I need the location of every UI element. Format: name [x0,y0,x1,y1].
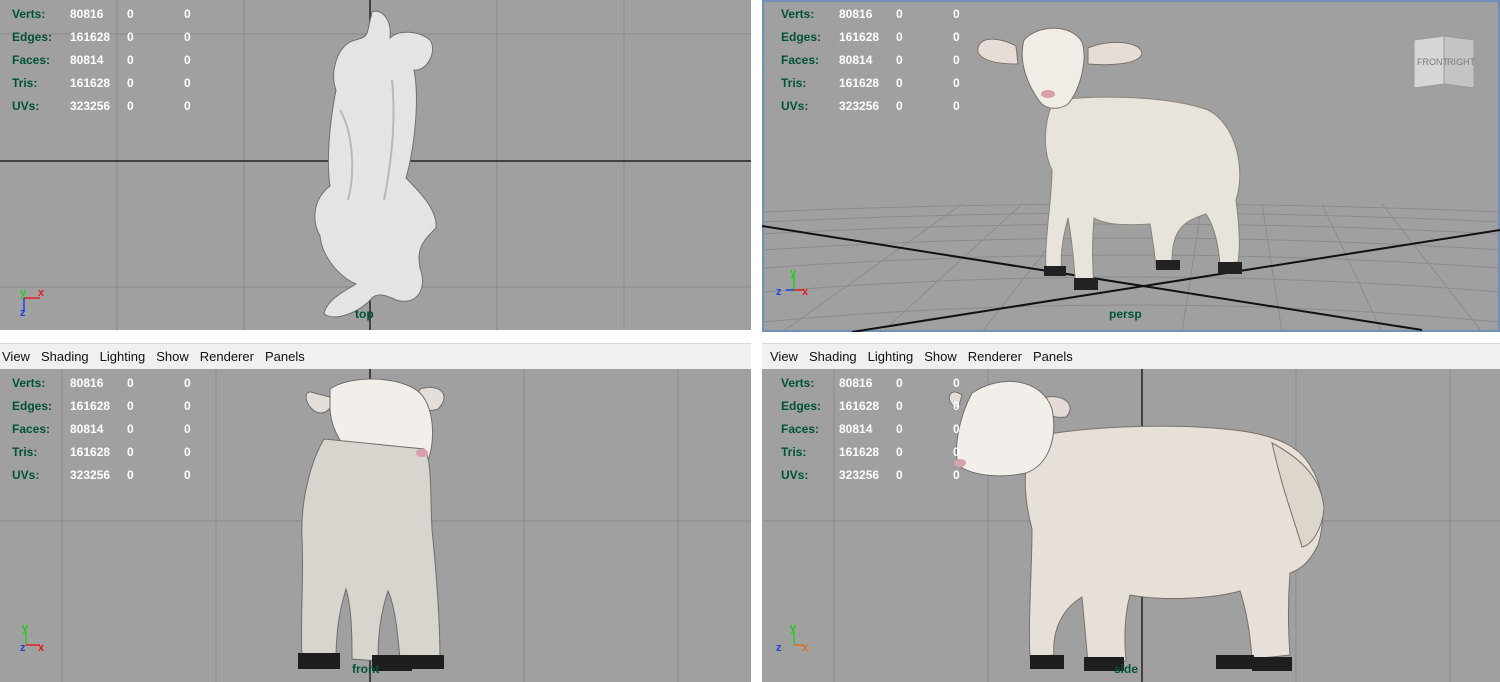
menu-renderer[interactable]: Renderer [200,349,259,364]
poly-count-hud: Verts: 80816 0 0 Edges: 161628 0 0 Faces: 80814… [781,371,993,486]
maya-four-view-layout: Verts: 80816 0 0 Edges: 161628 0 0 Faces: 80814… [0,0,1500,682]
svg-text:x: x [38,642,45,654]
svg-text:y: y [22,622,29,634]
menu-show[interactable]: Show [156,349,194,364]
hud-row: UVs: 323256 0 0 [12,467,191,482]
svg-text:z: z [776,286,782,298]
hud-row: Verts: 80816 0 0 [12,375,191,390]
viewport-front[interactable]: Verts: 80816 0 0 Edges: 161628 0 0 Faces: 80814… [0,369,751,682]
hud-row: Tris: 161628 0 0 [781,75,960,90]
menu-show[interactable]: Show [924,349,962,364]
viewcube-icon[interactable]: FRONT RIGHT [1408,32,1480,94]
hud-row: UVs: 323256 0 0 [781,98,960,113]
svg-text:y: y [790,267,797,279]
poly-count-hud: Verts: 80816 0 0 Edges: 161628 0 0 Faces: 80814… [781,2,993,117]
viewport-side[interactable]: Verts: 80816 0 0 Edges: 161628 0 0 Faces: 80814… [762,369,1500,682]
poly-count-hud: Verts: 80816 0 0 Edges: 161628 0 0 Faces: 80814… [12,2,224,117]
hud-row: Edges: 161628 0 0 [12,398,191,413]
menu-renderer[interactable]: Renderer [968,349,1027,364]
hud-row: Tris: 161628 0 0 [12,444,191,459]
menu-panels[interactable]: Panels [1033,349,1078,364]
poly-count-hud: Verts: 80816 0 0 Edges: 161628 0 0 Faces: 80814… [12,371,224,486]
viewport-top[interactable]: Verts: 80816 0 0 Edges: 161628 0 0 Faces: 80814… [0,0,751,330]
hud-row: Edges: 161628 0 0 [781,29,960,44]
menu-panels[interactable]: Panels [265,349,310,364]
camera-name-label: top [355,307,374,321]
lamb-model-top[interactable] [314,10,437,318]
axis-gizmo-icon: y x z [20,287,45,319]
camera-name-label: front [352,662,380,676]
svg-text:z: z [20,307,26,319]
camera-name-label: persp [1109,307,1142,321]
axis-gizmo-icon: y z x [776,622,809,654]
hud-row: Faces: 80814 0 0 [12,421,191,436]
lamb-model-persp[interactable] [977,27,1242,290]
svg-text:z: z [776,642,782,654]
menu-shading[interactable]: Shading [809,349,862,364]
panel-menubar-side: View Shading Lighting Show Renderer Pane… [762,343,1500,369]
svg-text:x: x [802,286,809,298]
hud-row: Edges: 161628 0 0 [781,398,960,413]
hud-row: Verts: 80816 0 0 [781,6,960,21]
panel-menubar-front: View Shading Lighting Show Renderer Pane… [0,343,751,369]
hud-row: Faces: 80814 0 0 [12,52,191,67]
menu-view[interactable]: View [2,349,35,364]
svg-text:x: x [38,287,45,299]
lamb-model-front[interactable] [298,378,445,671]
svg-text:FRONT: FRONT [1417,57,1448,67]
menu-lighting[interactable]: Lighting [100,349,151,364]
svg-text:z: z [20,642,26,654]
svg-text:y: y [790,622,797,634]
menu-shading[interactable]: Shading [41,349,94,364]
hud-row: UVs: 323256 0 0 [781,467,960,482]
hud-row: Faces: 80814 0 0 [781,52,960,67]
menu-lighting[interactable]: Lighting [868,349,919,364]
hud-row: Verts: 80816 0 0 [12,6,191,21]
svg-text:RIGHT: RIGHT [1447,57,1476,67]
menu-view[interactable]: View [770,349,803,364]
axis-gizmo-icon: y z x [776,267,809,298]
svg-text:x: x [802,642,809,654]
hud-row: Edges: 161628 0 0 [12,29,191,44]
lamb-model-side[interactable] [948,380,1325,671]
hud-row: Tris: 161628 0 0 [12,75,191,90]
axis-gizmo-icon: y z x [20,622,45,654]
svg-text:y: y [20,287,27,299]
camera-name-label: side [1114,662,1139,676]
hud-row: UVs: 323256 0 0 [12,98,191,113]
hud-row: Verts: 80816 0 0 [781,375,960,390]
viewport-persp[interactable]: Verts: 80816 0 0 Edges: 161628 0 0 Faces: 80814… [762,0,1500,332]
hud-row: Tris: 161628 0 0 [781,444,960,459]
hud-row: Faces: 80814 0 0 [781,421,960,436]
